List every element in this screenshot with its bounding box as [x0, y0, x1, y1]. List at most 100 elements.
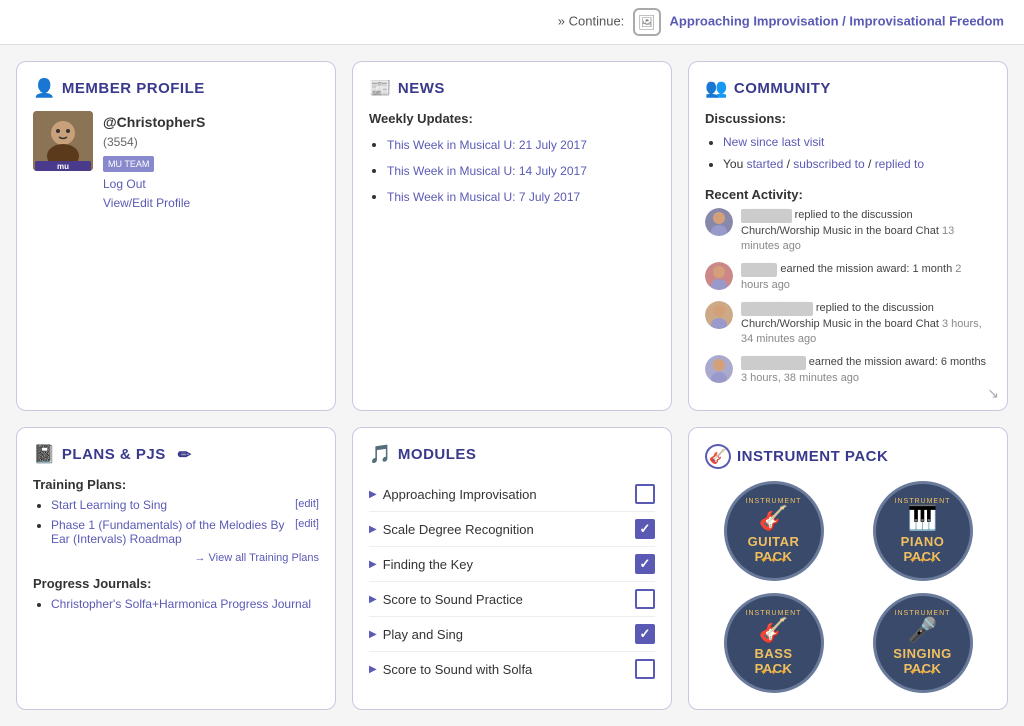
- activity-time-3: 3 hours, 38 minutes ago: [741, 372, 859, 384]
- replied-to-link[interactable]: replied to: [875, 157, 924, 171]
- instrument-badge-outer-0: INSTRUMENT🎸GUITARPACK✦ ✦ ✦: [705, 481, 842, 581]
- activity-item-2: █████████ replied to the discussion Chur…: [705, 301, 991, 347]
- module-item-3: ▶ Score to Sound Practice: [369, 582, 655, 617]
- activity-item-1: ████ earned the mission award: 1 month 2…: [705, 262, 991, 293]
- activity-blurred-name-1: ████: [741, 263, 777, 277]
- activity-item-3: ████████ earned the mission award: 6 mon…: [705, 355, 991, 386]
- member-profile-title: 👤 MEMBER PROFILE: [33, 78, 319, 99]
- play-arrow-5[interactable]: ▶: [369, 664, 377, 675]
- activity-blurred-name-2: █████████: [741, 302, 813, 316]
- edit-link-1[interactable]: [edit]: [295, 498, 319, 510]
- badge-top-3: INSTRUMENT: [895, 610, 951, 617]
- module-checkbox-2[interactable]: [635, 554, 655, 574]
- module-item-4: ▶ Play and Sing: [369, 617, 655, 652]
- news-link-1[interactable]: This Week in Musical U: 21 July 2017: [387, 138, 587, 152]
- play-arrow-4[interactable]: ▶: [369, 629, 377, 640]
- activity-avatar-2: [705, 301, 733, 329]
- modules-card: 🎵 MODULES ▶ Approaching Improvisation ▶ Sca…: [352, 427, 672, 710]
- continue-link[interactable]: Approaching Improvisation / Improvisatio…: [670, 13, 1004, 28]
- view-all-plans-link[interactable]: → View all Training Plans: [33, 552, 319, 564]
- avatar: mu: [33, 111, 93, 171]
- training-label: Training Plans:: [33, 477, 319, 492]
- news-card: 📰 NEWS Weekly Updates: This Week in Musi…: [352, 61, 672, 411]
- journal-link-1[interactable]: Christopher's Solfa+Harmonica Progress J…: [51, 597, 311, 611]
- plan-item-2: Phase 1 (Fundamentals) of the Melodies B…: [51, 518, 319, 546]
- module-left-5: ▶ Score to Sound with Solfa: [369, 662, 532, 677]
- badge-icon-2: 🎸: [759, 616, 789, 645]
- started-link[interactable]: started: [747, 157, 784, 171]
- news-item: This Week in Musical U: 21 July 2017: [387, 132, 655, 158]
- activity-avatar-3: [705, 355, 733, 383]
- play-arrow-1[interactable]: ▶: [369, 524, 377, 535]
- badge-icon-3: 🎤: [908, 616, 938, 645]
- instrument-badge-2[interactable]: INSTRUMENT🎸BASSPACK✦ ✦ ✦: [724, 593, 824, 693]
- module-checkbox-1[interactable]: [635, 519, 655, 539]
- plans-title: 📓 PLANS & PJS ✏: [33, 444, 319, 465]
- user-icon: 👤: [33, 78, 56, 99]
- play-arrow-0[interactable]: ▶: [369, 489, 377, 500]
- module-checkbox-5[interactable]: [635, 659, 655, 679]
- news-link-3[interactable]: This Week in Musical U: 7 July 2017: [387, 190, 580, 204]
- username: @ChristopherS: [103, 111, 205, 133]
- member-profile-card: 👤 MEMBER PROFILE mu: [16, 61, 336, 411]
- instrument-badge-1[interactable]: INSTRUMENT🎹PIANOPACK✦ ✦ ✦: [873, 481, 973, 581]
- module-label-3: Score to Sound Practice: [383, 592, 523, 607]
- continue-icon: 🖼: [633, 8, 661, 36]
- module-item-0: ▶ Approaching Improvisation: [369, 477, 655, 512]
- modules-title: 🎵 MODULES: [369, 444, 655, 465]
- activity-blurred-name-0: ██████: [741, 209, 792, 223]
- module-checkbox-4[interactable]: [635, 624, 655, 644]
- profile-details: @ChristopherS (3554) MU TEAM Log Out Vie…: [103, 111, 205, 213]
- module-checkbox-0[interactable]: [635, 484, 655, 504]
- module-left-3: ▶ Score to Sound Practice: [369, 592, 523, 607]
- instrument-badge-outer-3: INSTRUMENT🎤SINGINGPACK✦ ✦ ✦: [854, 593, 991, 693]
- new-since-visit-link[interactable]: New since last visit: [723, 135, 824, 149]
- badge-stars-1: ✦ ✦ ✦: [909, 555, 937, 566]
- plans-card: 📓 PLANS & PJS ✏ Training Plans: Start Le…: [16, 427, 336, 710]
- play-arrow-2[interactable]: ▶: [369, 559, 377, 570]
- main-grid: 👤 MEMBER PROFILE mu: [0, 45, 1024, 726]
- instrument-badge-0[interactable]: INSTRUMENT🎸GUITARPACK✦ ✦ ✦: [724, 481, 824, 581]
- instrument-icon: 🎸: [705, 444, 731, 469]
- news-link-2[interactable]: This Week in Musical U: 14 July 2017: [387, 164, 587, 178]
- badge-top-1: INSTRUMENT: [895, 498, 951, 505]
- edit-link-2[interactable]: [edit]: [295, 518, 319, 530]
- resize-handle[interactable]: ↘: [987, 385, 999, 402]
- instrument-badge-outer-1: INSTRUMENT🎹PIANOPACK✦ ✦ ✦: [854, 481, 991, 581]
- subscribed-link[interactable]: subscribed to: [793, 157, 864, 171]
- module-label-0: Approaching Improvisation: [383, 487, 537, 502]
- news-item: This Week in Musical U: 14 July 2017: [387, 158, 655, 184]
- module-label-5: Score to Sound with Solfa: [383, 662, 533, 677]
- activity-text-1: ████ earned the mission award: 1 month 2…: [741, 262, 991, 293]
- instrument-badge-outer-2: INSTRUMENT🎸BASSPACK✦ ✦ ✦: [705, 593, 842, 693]
- module-label-1: Scale Degree Recognition: [383, 522, 534, 537]
- journal-item-1: Christopher's Solfa+Harmonica Progress J…: [51, 597, 319, 611]
- edit-plans-icon[interactable]: ✏: [178, 445, 192, 465]
- news-list: This Week in Musical U: 21 July 2017 Thi…: [369, 132, 655, 210]
- modules-icon: 🎵: [369, 444, 392, 465]
- journals-label: Progress Journals:: [33, 576, 319, 591]
- news-icon: 📰: [369, 78, 392, 99]
- activity-time-2: 3 hours, 34 minutes ago: [741, 318, 982, 345]
- recent-activity-label: Recent Activity:: [705, 187, 991, 202]
- activity-text-0: ██████ replied to the discussion Church/…: [741, 208, 991, 254]
- training-link-2[interactable]: Phase 1 (Fundamentals) of the Melodies B…: [51, 518, 287, 546]
- activity-container: ██████ replied to the discussion Church/…: [705, 208, 991, 386]
- activity-item-0: ██████ replied to the discussion Church/…: [705, 208, 991, 254]
- profile-info: mu @ChristopherS (3554) MU TEAM Log Out …: [33, 111, 319, 213]
- plan-item-1: Start Learning to Sing [edit]: [51, 498, 319, 512]
- module-label-2: Finding the Key: [383, 557, 473, 572]
- module-checkbox-3[interactable]: [635, 589, 655, 609]
- play-arrow-3[interactable]: ▶: [369, 594, 377, 605]
- training-list: Start Learning to Sing [edit] Phase 1 (F…: [33, 498, 319, 546]
- activity-time-0: 13 minutes ago: [741, 225, 954, 252]
- module-item-1: ▶ Scale Degree Recognition: [369, 512, 655, 547]
- module-left-0: ▶ Approaching Improvisation: [369, 487, 537, 502]
- instrument-badge-3[interactable]: INSTRUMENT🎤SINGINGPACK✦ ✦ ✦: [873, 593, 973, 693]
- logout-link[interactable]: Log Out: [103, 175, 205, 194]
- view-edit-profile-link[interactable]: View/Edit Profile: [103, 194, 205, 213]
- badge-top-2: INSTRUMENT: [746, 610, 802, 617]
- module-label-4: Play and Sing: [383, 627, 463, 642]
- training-link-1[interactable]: Start Learning to Sing: [51, 498, 167, 512]
- user-id: (3554): [103, 133, 205, 152]
